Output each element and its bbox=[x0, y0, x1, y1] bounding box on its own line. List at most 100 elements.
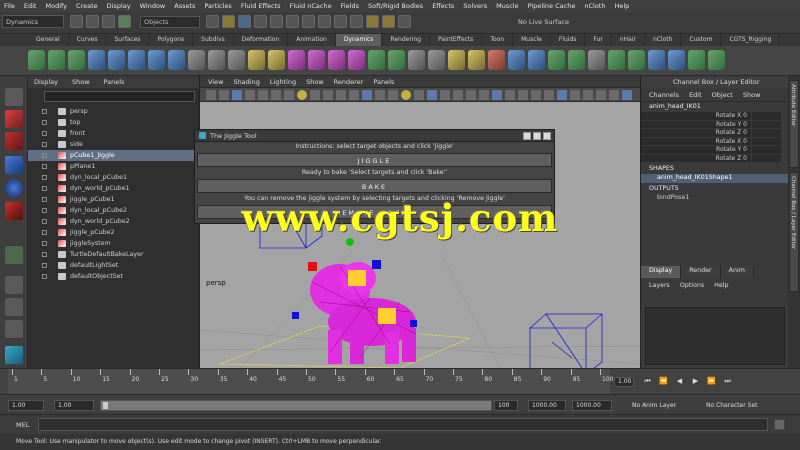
wire-icon[interactable] bbox=[668, 50, 685, 70]
menu-4[interactable]: Display bbox=[107, 2, 131, 10]
channel-row[interactable]: Rotate X 0 bbox=[641, 137, 788, 146]
menu-16[interactable]: nCloth bbox=[584, 2, 605, 10]
expand-icon[interactable] bbox=[42, 120, 47, 125]
mirror-icon[interactable] bbox=[544, 90, 554, 100]
expand-icon[interactable] bbox=[42, 252, 47, 257]
shadow-icon[interactable] bbox=[310, 90, 320, 100]
expand-icon[interactable] bbox=[42, 274, 47, 279]
menu-2[interactable]: Modify bbox=[45, 2, 67, 10]
outliner-item[interactable]: defaultObjectSet bbox=[28, 271, 199, 282]
ambient-icon[interactable] bbox=[414, 90, 424, 100]
minimize-icon[interactable] bbox=[523, 132, 531, 140]
wireframe-icon[interactable] bbox=[258, 90, 268, 100]
shelf-tab-10[interactable]: Toon bbox=[482, 34, 514, 46]
shelf-tab-3[interactable]: Polygons bbox=[149, 34, 194, 46]
menu-set-dropdown[interactable]: Dynamics bbox=[2, 15, 64, 28]
time-ruler[interactable]: 1 5 10 15 20 25 30 35 40 45 50 55 60 65 70 75 80 85 90 95 10… bbox=[8, 369, 613, 395]
channel-row[interactable]: Rotate X 0 bbox=[641, 112, 788, 121]
display-icon[interactable] bbox=[440, 90, 450, 100]
bake-button[interactable]: BAKE bbox=[197, 179, 552, 193]
end-time-field[interactable]: 1000.00 bbox=[528, 400, 566, 411]
snap-curve-icon[interactable] bbox=[302, 15, 315, 28]
go-start-icon[interactable]: ⏮ bbox=[642, 376, 653, 387]
outliner-search-input[interactable] bbox=[44, 91, 195, 102]
panel-menu-5[interactable]: Panels bbox=[373, 78, 394, 86]
jiggle-icon[interactable] bbox=[628, 50, 645, 70]
frame-all-icon[interactable] bbox=[466, 90, 476, 100]
playback-start-field[interactable]: 1.00 bbox=[54, 400, 94, 411]
shelf-tab-6[interactable]: Animation bbox=[288, 34, 336, 46]
menu-14[interactable]: Muscle bbox=[496, 2, 519, 10]
mask-joint-icon[interactable] bbox=[222, 15, 235, 28]
channel-value[interactable] bbox=[751, 129, 781, 138]
texture-icon[interactable] bbox=[284, 90, 294, 100]
control-handle-red[interactable] bbox=[308, 262, 317, 271]
layer-tab-0[interactable]: Display bbox=[641, 266, 682, 278]
air-field-icon[interactable] bbox=[88, 50, 105, 70]
frame-selected-icon[interactable] bbox=[479, 90, 489, 100]
muscle-icon[interactable] bbox=[608, 50, 625, 70]
xray-icon[interactable] bbox=[323, 90, 333, 100]
layout-outliner-icon[interactable] bbox=[5, 320, 23, 338]
solver-icon[interactable] bbox=[588, 50, 605, 70]
layer-list[interactable] bbox=[645, 307, 785, 365]
snap-point-icon[interactable] bbox=[318, 15, 331, 28]
film-gate-icon[interactable] bbox=[388, 90, 398, 100]
shelf-tab-8[interactable]: Rendering bbox=[382, 34, 431, 46]
fluid-container-icon[interactable] bbox=[408, 50, 425, 70]
outliner-item[interactable]: dyn_world_pCube1 bbox=[28, 183, 199, 194]
expand-icon[interactable] bbox=[42, 241, 47, 246]
channel-value[interactable] bbox=[751, 112, 781, 121]
control-handle-blue-2[interactable] bbox=[292, 312, 299, 319]
outliner-item[interactable]: dyn_local_pCube1 bbox=[28, 172, 199, 183]
last-tool-icon[interactable] bbox=[5, 246, 23, 264]
outliner-item[interactable]: front bbox=[28, 128, 199, 139]
expand-icon[interactable] bbox=[622, 90, 632, 100]
render-settings-icon[interactable] bbox=[398, 15, 411, 28]
vortex-field-icon[interactable] bbox=[228, 50, 245, 70]
channel-row[interactable]: Rotate Y 0 bbox=[641, 120, 788, 129]
particle-tool-icon[interactable] bbox=[28, 50, 45, 70]
channel-menu-0[interactable]: Channels bbox=[649, 91, 679, 101]
menu-11[interactable]: Soft/Rigid Bodies bbox=[368, 2, 423, 10]
mel-input[interactable] bbox=[38, 418, 768, 431]
channel-row[interactable]: Rotate Y 0 bbox=[641, 146, 788, 155]
bake-icon[interactable] bbox=[648, 50, 665, 70]
outliner-item[interactable]: top bbox=[28, 117, 199, 128]
channel-value[interactable] bbox=[751, 146, 781, 155]
panel-menu-4[interactable]: Renderer bbox=[334, 78, 364, 86]
close-icon[interactable] bbox=[543, 132, 551, 140]
character-set-label[interactable]: No Character Set bbox=[706, 402, 757, 409]
channel-menu-3[interactable]: Show bbox=[743, 91, 761, 101]
hud-icon[interactable] bbox=[453, 90, 463, 100]
new-scene-icon[interactable] bbox=[70, 15, 83, 28]
go-end-icon[interactable]: ⏭ bbox=[722, 376, 733, 387]
menu-1[interactable]: Edit bbox=[24, 2, 37, 10]
mask-icon[interactable] bbox=[557, 90, 567, 100]
hinge-constraint-icon[interactable] bbox=[368, 50, 385, 70]
outliner-item[interactable]: defaultLightSet bbox=[28, 260, 199, 271]
snapshot-icon[interactable] bbox=[492, 90, 502, 100]
menu-15[interactable]: Pipeline Cache bbox=[528, 2, 576, 10]
panel-menu-2[interactable]: Lighting bbox=[270, 78, 296, 86]
expand-icon[interactable] bbox=[42, 186, 47, 191]
drag-field-icon[interactable] bbox=[108, 50, 125, 70]
shelf-tab-2[interactable]: Surfaces bbox=[106, 34, 150, 46]
light-icon[interactable] bbox=[297, 90, 307, 100]
passive-rigid-icon[interactable] bbox=[268, 50, 285, 70]
resolution-gate-icon[interactable] bbox=[349, 90, 359, 100]
fluid-emitter-icon[interactable] bbox=[428, 50, 445, 70]
pond-icon[interactable] bbox=[468, 50, 485, 70]
jiggle-window-titlebar[interactable]: The Jiggle Tool bbox=[195, 130, 554, 142]
gravity-field-icon[interactable] bbox=[128, 50, 145, 70]
hypershade-icon[interactable] bbox=[531, 90, 541, 100]
channel-menu-2[interactable]: Object bbox=[712, 91, 733, 101]
safe-action-icon[interactable] bbox=[375, 90, 385, 100]
fur-icon[interactable] bbox=[548, 50, 565, 70]
channel-value[interactable] bbox=[751, 137, 781, 146]
spring-icon[interactable] bbox=[308, 50, 325, 70]
image-plane-icon[interactable] bbox=[232, 90, 242, 100]
barrier-constraint-icon[interactable] bbox=[388, 50, 405, 70]
outliner-menu-0[interactable]: Display bbox=[34, 78, 58, 86]
play-icon[interactable]: ▶ bbox=[690, 376, 701, 387]
